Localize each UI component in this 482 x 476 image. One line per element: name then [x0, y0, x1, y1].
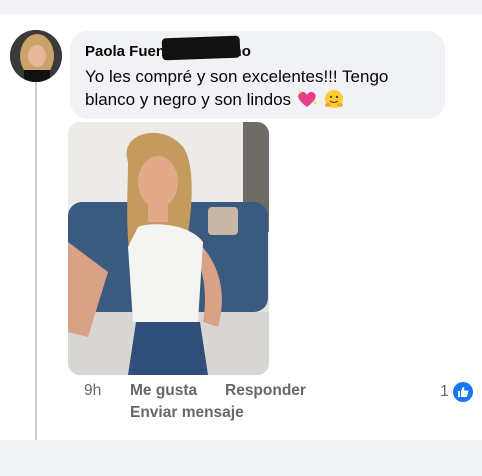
comment-photo[interactable] [68, 122, 269, 375]
avatar[interactable] [10, 30, 62, 82]
like-button[interactable]: Me gusta [130, 382, 197, 400]
hugging-face-icon [323, 89, 345, 109]
send-message-button[interactable]: Enviar mensaje [130, 404, 244, 422]
reply-button[interactable]: Responder [225, 382, 306, 400]
sparkling-heart-icon [296, 89, 318, 109]
comment-timestamp[interactable]: 9h [84, 382, 101, 400]
photo-image [68, 122, 269, 375]
redaction-mark [161, 35, 241, 61]
avatar-image [10, 30, 62, 82]
reaction-count: 1 [440, 383, 449, 400]
reaction-summary[interactable]: 1 [440, 381, 473, 403]
thread-line [35, 82, 37, 440]
like-icon [452, 382, 473, 402]
comment-text: Yo les compré y son excelentes!!! Tengo … [85, 65, 435, 111]
comment-bubble: Paola Fuentes Lezcano Yo les compré y so… [70, 31, 445, 119]
